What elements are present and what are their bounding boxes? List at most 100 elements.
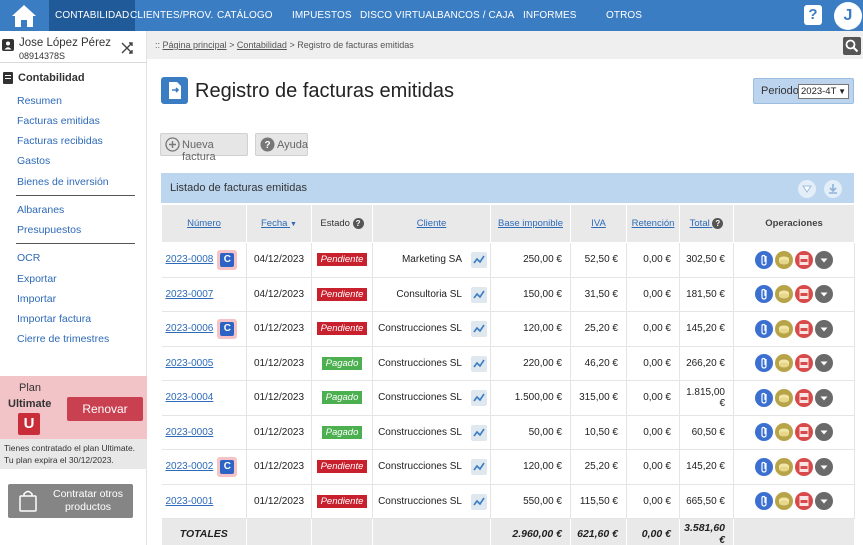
nav-disco-virtual[interactable]: DISCO VIRTUAL [360,0,438,31]
pdf-icon[interactable] [795,423,813,442]
status-badge[interactable]: Pagado [321,425,363,439]
sidebar-item-albaranes[interactable]: Albaranes [17,204,64,216]
breadcrumb-section[interactable]: Contabilidad [237,40,287,50]
nav-impuestos[interactable]: IMPUESTOS [292,0,352,31]
info-icon[interactable]: ? [352,218,364,229]
col-fecha[interactable]: Fecha ▼ [246,204,312,243]
chevron-down-icon[interactable] [815,354,833,373]
sidebar-item-gastos[interactable]: Gastos [17,155,50,167]
c-badge[interactable]: C [217,249,238,270]
nav-otros[interactable]: OTROS [606,0,642,31]
payment-icon[interactable] [775,285,793,304]
buy-products-button[interactable]: Contratar otros productos [8,484,133,518]
attachment-icon[interactable] [755,492,773,511]
col-total[interactable]: Total ? [679,204,734,243]
pdf-icon[interactable] [795,388,813,407]
table-row[interactable]: 2023-0002 C 01/12/2023 Pendiente Construccio… [161,449,855,485]
c-badge[interactable]: C [217,318,238,339]
col-cliente[interactable]: Cliente [372,204,491,243]
home-button[interactable] [0,0,48,31]
download-icon[interactable] [824,180,842,198]
payment-icon[interactable] [775,423,793,442]
payment-icon[interactable] [775,354,793,373]
sidebar-item-ocr[interactable]: OCR [17,252,40,264]
chevron-down-icon[interactable] [815,492,833,511]
chevron-down-icon[interactable] [815,250,833,269]
pdf-icon[interactable] [795,457,813,476]
attachment-icon[interactable] [755,388,773,407]
status-badge[interactable]: Pendiente [316,322,368,336]
invoice-number-link[interactable]: 2023-0007 [162,289,214,300]
pdf-icon[interactable] [795,354,813,373]
col-retencion[interactable]: Retención [626,204,680,243]
table-row[interactable]: 2023-0001 01/12/2023 Pendiente Construccion… [161,484,855,519]
table-row[interactable]: 2023-0008 C 04/12/2023 Pendiente Marketing S… [161,242,855,278]
pdf-icon[interactable] [795,250,813,269]
col-iva[interactable]: IVA [570,204,627,243]
chart-icon[interactable] [471,286,487,303]
new-invoice-button[interactable]: Nueva factura [160,133,248,163]
nav-bancos-caja[interactable]: BANCOS / CAJA [437,0,514,31]
chevron-down-icon[interactable] [815,457,833,476]
attachment-icon[interactable] [755,423,773,442]
col-base[interactable]: Base imponible [490,204,571,243]
chevron-down-icon[interactable] [815,388,833,407]
status-badge[interactable]: Pendiente [316,494,368,508]
sidebar-item-facturas-recibidas[interactable]: Facturas recibidas [17,135,103,147]
chevron-down-icon[interactable] [815,319,833,338]
payment-icon[interactable] [775,250,793,269]
chart-icon[interactable] [471,355,487,372]
chart-icon[interactable] [471,390,487,406]
pdf-icon[interactable] [795,492,813,511]
chart-icon[interactable] [471,459,487,475]
chart-icon[interactable] [471,321,487,337]
attachment-icon[interactable] [755,457,773,476]
pdf-icon[interactable] [795,319,813,338]
search-button[interactable] [843,37,861,55]
sidebar-item-bienes-inversion[interactable]: Bienes de inversión [17,176,109,188]
invoice-number-link[interactable]: 2023-0006 [162,323,214,334]
invoice-number-link[interactable]: 2023-0005 [162,358,214,369]
invoice-number-link[interactable]: 2023-0001 [162,496,214,507]
attachment-icon[interactable] [755,354,773,373]
chart-icon[interactable] [471,493,487,510]
sidebar-item-cierre-trimestres[interactable]: Cierre de trimestres [17,333,109,345]
sidebar-item-importar[interactable]: Importar [17,293,56,305]
chart-icon[interactable] [471,252,487,268]
renew-button[interactable]: Renovar [67,397,143,421]
sidebar-item-facturas-emitidas[interactable]: Facturas emitidas [17,115,100,127]
info-icon[interactable]: ? [712,218,724,229]
payment-icon[interactable] [775,457,793,476]
invoice-number-link[interactable]: 2023-0004 [162,392,214,403]
breadcrumb-home[interactable]: Página principal [163,40,227,50]
status-badge[interactable]: Pagado [321,391,363,405]
attachment-icon[interactable] [755,285,773,304]
filter-icon[interactable] [798,180,816,198]
attachment-icon[interactable] [755,319,773,338]
status-badge[interactable]: Pagado [321,356,363,370]
chevron-down-icon[interactable] [815,285,833,304]
help-button[interactable]: ? [804,5,822,25]
sidebar-item-exportar[interactable]: Exportar [17,273,57,285]
table-row[interactable]: 2023-0003 01/12/2023 Pagado Construcciones … [161,415,855,450]
chart-icon[interactable] [471,424,487,441]
nav-clientes[interactable]: CLIENTES/PROV. [130,0,213,31]
invoice-number-link[interactable]: 2023-0003 [162,427,214,438]
status-badge[interactable]: Pendiente [316,460,368,474]
col-numero[interactable]: Número [161,204,247,243]
sidebar-item-presupuestos[interactable]: Presupuestos [17,224,81,236]
nav-catalogo[interactable]: CATÁLOGO [217,0,273,31]
attachment-icon[interactable] [755,250,773,269]
payment-icon[interactable] [775,388,793,407]
table-row[interactable]: 2023-0007 04/12/2023 Pendiente Consultoria … [161,277,855,312]
table-row[interactable]: 2023-0005 01/12/2023 Pagado Construcciones … [161,346,855,381]
nav-contabilidad[interactable]: CONTABILIDAD [49,0,136,31]
user-avatar[interactable]: J [834,2,862,30]
payment-icon[interactable] [775,492,793,511]
status-badge[interactable]: Pendiente [316,287,368,301]
c-badge[interactable]: C [217,456,238,477]
invoice-number-link[interactable]: 2023-0008 [162,254,214,265]
period-select[interactable]: 2023-4T ▼ [798,84,849,99]
help-page-button[interactable]: ? Ayuda [255,133,308,156]
shuffle-icon[interactable] [121,42,133,54]
